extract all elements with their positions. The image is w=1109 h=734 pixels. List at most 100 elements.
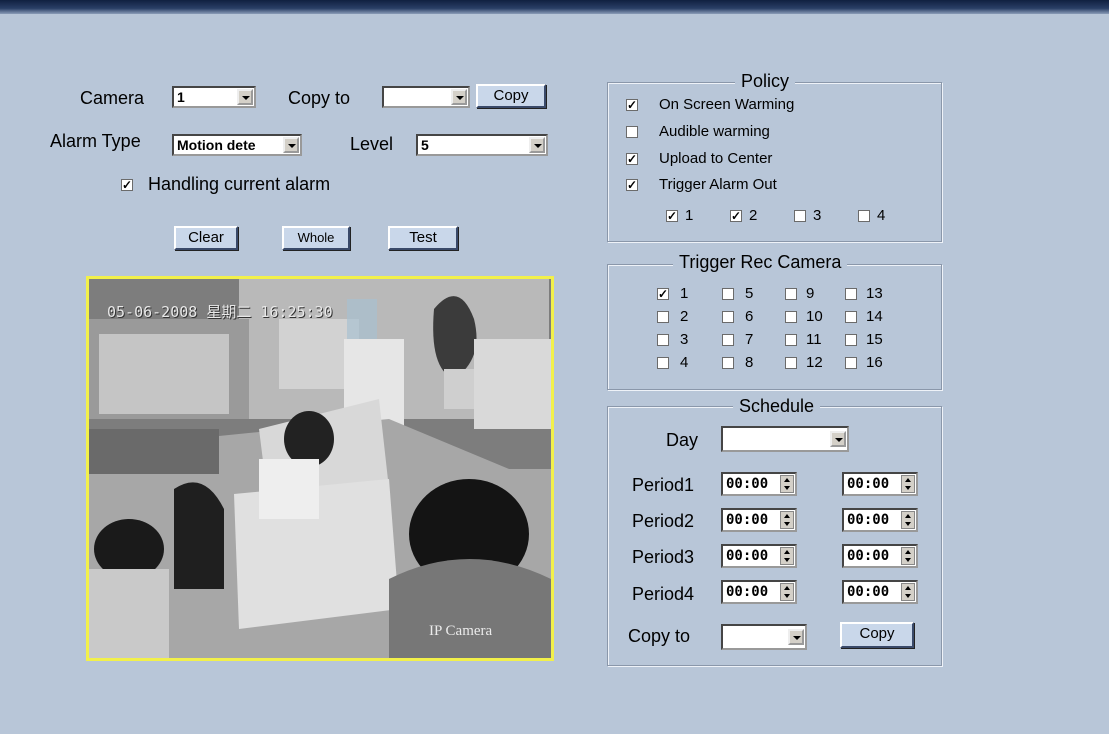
camera-label: Camera	[80, 88, 145, 108]
alarm-out-checkbox-1[interactable]	[666, 210, 678, 222]
spinner-arrows-icon[interactable]	[901, 475, 915, 493]
period3-start-time[interactable]: 00:00	[721, 544, 797, 568]
rec-camera-checkbox-12[interactable]	[785, 357, 797, 369]
trigger-rec-group	[607, 264, 942, 390]
period3-start-value: 00:00	[726, 548, 769, 564]
rec-camera-checkbox-10[interactable]	[785, 311, 797, 323]
policy-label-audible: Audible warming	[659, 123, 770, 140]
alarm-out-checkbox-2[interactable]	[730, 210, 742, 222]
rec-camera-label-5: 5	[745, 285, 754, 302]
period3-label: Period3	[632, 547, 695, 567]
period1-end-value: 00:00	[847, 476, 890, 492]
period4-label: Period4	[632, 584, 695, 604]
copy-to-label: Copy to	[288, 88, 351, 108]
period4-end-time[interactable]: 00:00	[842, 580, 918, 604]
chevron-down-icon[interactable]	[237, 89, 253, 105]
rec-camera-checkbox-3[interactable]	[657, 334, 669, 346]
rec-camera-label-12: 12	[806, 354, 823, 371]
rec-camera-checkbox-9[interactable]	[785, 288, 797, 300]
spinner-arrows-icon[interactable]	[780, 583, 794, 601]
period4-start-time[interactable]: 00:00	[721, 580, 797, 604]
chevron-down-icon[interactable]	[283, 137, 299, 153]
spinner-arrows-icon[interactable]	[780, 547, 794, 565]
rec-camera-label-11: 11	[806, 331, 822, 348]
chevron-down-icon[interactable]	[788, 629, 804, 645]
policy-label-on-screen: On Screen Warming	[659, 96, 795, 113]
rec-camera-label-15: 15	[866, 331, 883, 348]
chevron-down-icon[interactable]	[529, 137, 545, 153]
schedule-copy-to-select[interactable]	[721, 624, 807, 650]
video-osd-timestamp: 05-06-2008 星期二 16:25:30	[107, 303, 333, 321]
period1-label: Period1	[632, 475, 695, 495]
alarm-type-select-value: Motion dete	[177, 137, 256, 153]
alarm-out-checkbox-4[interactable]	[858, 210, 870, 222]
rec-camera-checkbox-7[interactable]	[722, 334, 734, 346]
camera-select[interactable]: 1	[172, 86, 256, 108]
trigger-rec-title: Trigger Rec Camera	[673, 252, 848, 273]
spinner-arrows-icon[interactable]	[780, 475, 794, 493]
period2-label: Period2	[632, 511, 695, 531]
rec-camera-checkbox-5[interactable]	[722, 288, 734, 300]
policy-label-upload: Upload to Center	[659, 150, 773, 167]
rec-camera-checkbox-4[interactable]	[657, 357, 669, 369]
period2-end-time[interactable]: 00:00	[842, 508, 918, 532]
period1-start-time[interactable]: 00:00	[721, 472, 797, 496]
rec-camera-label-14: 14	[866, 308, 883, 325]
policy-checkbox-upload[interactable]	[626, 153, 638, 165]
alarm-type-select[interactable]: Motion dete	[172, 134, 302, 156]
rec-camera-label-16: 16	[866, 354, 883, 371]
rec-camera-label-10: 10	[806, 308, 823, 325]
window-top-bar	[0, 0, 1109, 14]
rec-camera-checkbox-16[interactable]	[845, 357, 857, 369]
handling-alarm-label: Handling current alarm	[148, 174, 331, 194]
period2-start-time[interactable]: 00:00	[721, 508, 797, 532]
schedule-copy-button[interactable]: Copy	[840, 622, 914, 648]
whole-button[interactable]: Whole	[282, 226, 350, 250]
rec-camera-checkbox-13[interactable]	[845, 288, 857, 300]
rec-camera-checkbox-1[interactable]	[657, 288, 669, 300]
rec-camera-label-2: 2	[680, 308, 689, 325]
alarm-out-label-2: 2	[749, 207, 758, 224]
rec-camera-label-7: 7	[745, 331, 754, 348]
schedule-title: Schedule	[733, 396, 821, 417]
spinner-arrows-icon[interactable]	[901, 511, 915, 529]
rec-camera-checkbox-6[interactable]	[722, 311, 734, 323]
rec-camera-checkbox-8[interactable]	[722, 357, 734, 369]
policy-checkbox-trigger-out[interactable]	[626, 179, 638, 191]
copy-to-select[interactable]	[382, 86, 470, 108]
period3-end-time[interactable]: 00:00	[842, 544, 918, 568]
rec-camera-checkbox-2[interactable]	[657, 311, 669, 323]
handling-alarm-checkbox[interactable]	[121, 179, 133, 191]
policy-title: Policy	[735, 71, 796, 92]
period2-start-value: 00:00	[726, 512, 769, 528]
period4-start-value: 00:00	[726, 584, 769, 600]
spinner-arrows-icon[interactable]	[901, 547, 915, 565]
policy-checkbox-on-screen[interactable]	[626, 99, 638, 111]
period3-end-value: 00:00	[847, 548, 890, 564]
camera-select-value: 1	[177, 89, 185, 105]
video-watermark: IP Camera	[429, 623, 493, 639]
level-select[interactable]: 5	[416, 134, 548, 156]
rec-camera-checkbox-15[interactable]	[845, 334, 857, 346]
camera-preview[interactable]: 05-06-2008 星期二 16:25:30 IP Camera	[86, 276, 554, 661]
alarm-out-checkbox-3[interactable]	[794, 210, 806, 222]
spinner-arrows-icon[interactable]	[780, 511, 794, 529]
rec-camera-label-8: 8	[745, 354, 754, 371]
chevron-down-icon[interactable]	[830, 431, 846, 447]
rec-camera-checkbox-11[interactable]	[785, 334, 797, 346]
chevron-down-icon[interactable]	[451, 89, 467, 105]
day-select[interactable]	[721, 426, 849, 452]
clear-button[interactable]: Clear	[174, 226, 238, 250]
period2-end-value: 00:00	[847, 512, 890, 528]
rec-camera-checkbox-14[interactable]	[845, 311, 857, 323]
alarm-out-label-3: 3	[813, 207, 822, 224]
period1-end-time[interactable]: 00:00	[842, 472, 918, 496]
policy-checkbox-audible[interactable]	[626, 126, 638, 138]
copy-button[interactable]: Copy	[476, 84, 546, 108]
rec-camera-label-9: 9	[806, 285, 815, 302]
level-label: Level	[350, 134, 394, 154]
spinner-arrows-icon[interactable]	[901, 583, 915, 601]
test-button[interactable]: Test	[388, 226, 458, 250]
rec-camera-label-4: 4	[680, 354, 689, 371]
alarm-type-label: Alarm Type	[50, 131, 141, 151]
